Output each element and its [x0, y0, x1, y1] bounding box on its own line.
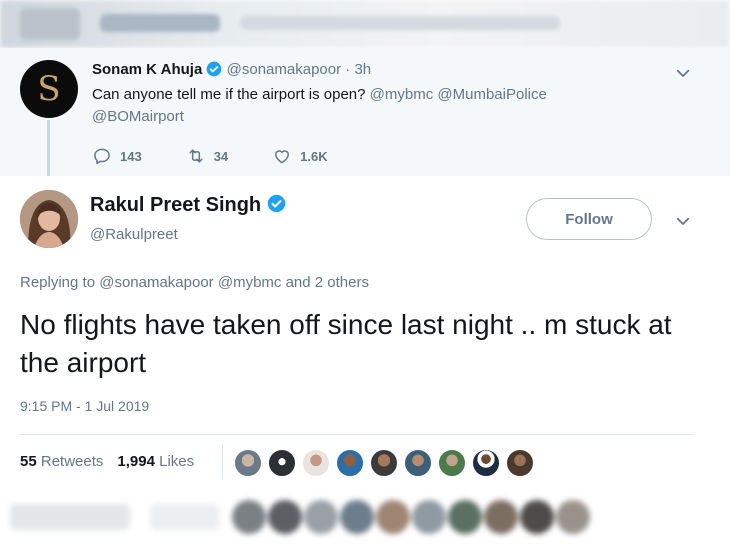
mention-link[interactable]: @BOMairport — [92, 108, 184, 125]
parent-tweet-text: Can anyone tell me if the airport is ope… — [92, 84, 632, 128]
follow-button[interactable]: Follow — [526, 198, 652, 240]
retweet-count: 34 — [213, 148, 229, 164]
verified-badge-icon — [267, 194, 285, 213]
parent-tweet[interactable]: S Sonam K Ahuja @sonamakapoor · 3h Can a… — [0, 48, 730, 176]
liker-avatar[interactable] — [471, 448, 501, 478]
focused-tweet: Rakul Preet Singh @Rakulpreet Follow Rep… — [0, 176, 730, 486]
reply-button[interactable]: 143 — [92, 146, 142, 166]
liker-avatar[interactable] — [437, 448, 467, 478]
retweets-count: 55 — [20, 453, 37, 470]
liker-avatar[interactable] — [233, 448, 263, 478]
mention-link[interactable]: @mybmc — [370, 86, 434, 103]
likes-stat[interactable]: 1,994 Likes — [117, 453, 194, 470]
likes-label: Likes — [159, 453, 195, 470]
liker-avatar[interactable] — [335, 448, 365, 478]
replying-suffix[interactable]: and 2 others — [286, 274, 369, 291]
tweet-timestamp[interactable]: 9:15 PM - 1 Jul 2019 — [20, 398, 149, 414]
blurred-footer — [0, 490, 730, 548]
tweet-actions: 143 34 1.6K — [92, 146, 372, 166]
verified-badge-icon — [207, 61, 222, 77]
divider — [222, 444, 223, 478]
tweet-stats: 55 Retweets 1,994 Likes — [20, 453, 194, 470]
liker-avatar[interactable] — [403, 448, 433, 478]
parent-author[interactable]: Sonam K Ahuja @sonamakapoor · 3h — [92, 61, 371, 78]
liker-avatar[interactable] — [505, 448, 535, 478]
divider — [20, 434, 694, 435]
retweet-button[interactable]: 34 — [186, 146, 228, 166]
author-handle[interactable]: @sonamakapoor — [227, 61, 341, 78]
tweet-time[interactable]: · 3h — [345, 61, 371, 78]
retweets-stat[interactable]: 55 Retweets — [20, 453, 103, 470]
replying-mentions[interactable]: @sonamakapoor @mybmc — [99, 274, 281, 291]
author-name-row[interactable]: Rakul Preet Singh — [90, 194, 286, 217]
tweet-text: Can anyone tell me if the airport is ope… — [92, 86, 366, 103]
chevron-down-icon[interactable] — [674, 212, 692, 230]
author-name[interactable]: Rakul Preet Singh — [90, 194, 261, 216]
like-button[interactable]: 1.6K — [272, 146, 328, 166]
chevron-down-icon[interactable] — [674, 64, 692, 82]
tweet-text: No flights have taken off since last nig… — [20, 309, 672, 378]
blurred-header — [0, 0, 730, 48]
like-count: 1.6K — [300, 148, 328, 164]
avatar[interactable] — [20, 190, 78, 248]
avatar[interactable]: S — [20, 60, 78, 118]
reply-count: 143 — [120, 148, 142, 164]
liker-avatar[interactable] — [267, 448, 297, 478]
heart-icon — [275, 150, 290, 164]
author-handle[interactable]: @Rakulpreet — [90, 226, 178, 243]
profile-photo — [20, 190, 78, 248]
avatar-letter: S — [37, 69, 61, 109]
author-name[interactable]: Sonam K Ahuja — [92, 61, 202, 78]
likes-count: 1,994 — [117, 453, 155, 470]
liker-avatars — [233, 448, 535, 478]
retweet-icon — [189, 149, 203, 163]
mention-link[interactable]: @MumbaiPolice — [437, 86, 546, 103]
retweets-label: Retweets — [40, 453, 104, 470]
reply-icon — [94, 148, 110, 165]
liker-avatar[interactable] — [301, 448, 331, 478]
replying-to: Replying to @sonamakapoor @mybmc and 2 o… — [20, 274, 369, 291]
liker-avatar[interactable] — [369, 448, 399, 478]
replying-prefix: Replying to — [20, 274, 96, 291]
